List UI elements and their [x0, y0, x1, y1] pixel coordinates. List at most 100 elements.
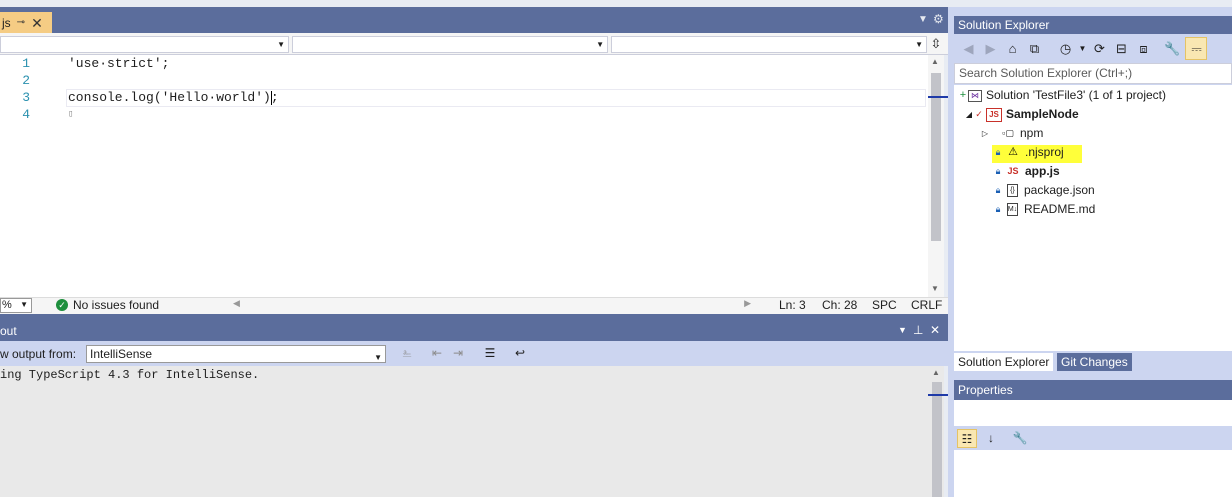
collapsed-arrow-icon[interactable]: ▷ [980, 124, 990, 143]
solution-icon: ⋈ [968, 89, 982, 102]
line-number: 4 [22, 107, 30, 122]
pane-splitter[interactable] [0, 314, 948, 321]
editor-vertical-scrollbar[interactable]: ▲ ▼ [928, 55, 944, 297]
sort-alphabetical-icon[interactable]: ↓ [981, 429, 1001, 448]
show-all-files-icon[interactable]: ⧈ [1135, 40, 1152, 57]
collapse-all-icon[interactable]: ⊟ [1113, 40, 1130, 57]
gear-icon[interactable]: ⚙ [933, 12, 944, 26]
tree-item-njsproj[interactable]: 🔒︎ ⚠ .njsproj [993, 143, 1064, 162]
line-number: 1 [22, 56, 30, 71]
properties-object-selector[interactable] [954, 400, 1232, 426]
window-menu-icon[interactable]: ▼ [898, 325, 907, 335]
tree-item-solution[interactable]: + ⋈ Solution 'TestFile3' (1 of 1 project… [958, 86, 1166, 105]
scrollbar-thumb[interactable] [931, 73, 941, 241]
scope-combo[interactable]: ▼ [292, 36, 608, 53]
pin-icon[interactable]: ⊸ [17, 17, 25, 28]
issues-status[interactable]: No issues found [73, 298, 159, 312]
back-icon[interactable]: ◀ [960, 40, 977, 57]
scroll-up-icon[interactable]: ▲ [932, 368, 940, 377]
editor-tab-label: js [2, 15, 11, 30]
output-text-area[interactable] [0, 366, 929, 497]
editor-tab-bar [0, 7, 948, 33]
split-editor-icon[interactable]: ⇳ [928, 36, 944, 53]
clear-all-icon[interactable]: ☰ [482, 346, 498, 362]
editor-tab-app-js[interactable]: js ⊸ ✕ [0, 12, 52, 33]
json-file-icon: {} [1007, 184, 1018, 197]
column-indicator[interactable]: Ch: 28 [822, 298, 857, 312]
wrench-icon[interactable]: 🔧 [1164, 40, 1181, 57]
js-project-icon: JS [986, 107, 1002, 122]
close-icon[interactable]: ✕ [930, 323, 940, 337]
scroll-left-icon[interactable]: ◀ [233, 298, 240, 309]
tree-item-readme[interactable]: 🔒︎ M↓ README.md [993, 200, 1095, 219]
lock-icon: 🔒︎ [995, 185, 1001, 195]
switch-views-icon[interactable]: ⧉ [1026, 40, 1043, 57]
output-vertical-scrollbar[interactable]: ▲ [929, 366, 944, 497]
line-ending-indicator[interactable]: CRLF [911, 298, 942, 312]
line-number: 2 [22, 73, 30, 88]
chevron-down-icon: ▼ [374, 353, 382, 362]
tree-item-package-json[interactable]: 🔒︎ {} package.json [993, 181, 1095, 200]
check-circle-icon: ✓ [56, 299, 68, 311]
show-output-label: w output from: [0, 347, 77, 361]
tab-git-changes[interactable]: Git Changes [1057, 353, 1132, 371]
pending-changes-filter-icon[interactable]: ◷ [1057, 40, 1074, 57]
scroll-right-icon[interactable]: ▶ [744, 298, 751, 309]
tab-solution-explorer[interactable]: Solution Explorer [954, 353, 1054, 371]
lock-icon: 🔒︎ [995, 147, 1001, 157]
sync-icon[interactable]: ⟳ [1091, 40, 1108, 57]
markdown-file-icon: M↓ [1007, 203, 1018, 216]
output-source-combo[interactable]: IntelliSense ▼ [86, 345, 386, 363]
categorized-icon[interactable]: ☷ [957, 429, 977, 448]
solution-explorer-search-input[interactable]: Search Solution Explorer (Ctrl+;) [954, 63, 1232, 84]
tree-item-label: README.md [1024, 202, 1096, 216]
properties-title: Properties [958, 383, 1013, 397]
output-title: out [0, 324, 17, 338]
tree-item-label: app.js [1025, 164, 1060, 178]
text-caret [271, 91, 272, 105]
add-icon: + [959, 89, 967, 101]
next-message-icon[interactable]: ⇥ [450, 346, 466, 362]
home-icon[interactable]: ⌂ [1004, 40, 1021, 57]
word-wrap-icon[interactable]: ↩ [512, 346, 528, 362]
zoom-combo[interactable]: % ▼ [0, 298, 32, 313]
forward-icon[interactable]: ▶ [982, 40, 999, 57]
editor-horizontal-scrollbar[interactable]: ◀ ▶ [233, 298, 751, 312]
scrollbar-thumb[interactable] [932, 382, 942, 497]
tree-item-project[interactable]: ◢ ✓ JS SampleNode [964, 105, 1079, 124]
tree-item-npm[interactable]: ▷ ▫▢ npm [980, 124, 1043, 143]
checked-in-icon: ✓ [975, 109, 983, 119]
code-line: ▯ [68, 109, 74, 119]
lock-icon: 🔒︎ [995, 166, 1001, 176]
overview-marker [928, 96, 948, 98]
chevron-down-icon[interactable]: ▼ [1074, 40, 1091, 57]
scroll-down-icon[interactable]: ▼ [931, 284, 939, 293]
whitespace-indicator[interactable]: SPC [872, 298, 897, 312]
tree-item-label: Solution 'TestFile3' (1 of 1 project) [986, 88, 1166, 102]
code-line: 'use·strict'; [68, 56, 170, 71]
tree-item-label: SampleNode [1006, 107, 1079, 121]
js-file-icon: JS [1007, 166, 1019, 176]
expanded-arrow-icon[interactable]: ◢ [964, 105, 974, 124]
output-title-bar [0, 321, 948, 341]
properties-grid[interactable] [954, 450, 1232, 497]
find-message-icon[interactable]: ⎁ [399, 346, 415, 362]
scroll-up-icon[interactable]: ▲ [931, 57, 939, 66]
preview-selected-items-button[interactable]: ⎓ [1185, 37, 1207, 60]
line-indicator[interactable]: Ln: 3 [779, 298, 806, 312]
member-combo[interactable]: ▼ [611, 36, 927, 53]
wrench-icon[interactable]: 🔧 [1010, 429, 1030, 448]
tree-item-label: .njsproj [1025, 145, 1064, 159]
preview-icon: ⎓ [1191, 41, 1202, 56]
line-number: 3 [22, 90, 30, 105]
pin-icon[interactable]: ⊥ [913, 323, 923, 337]
close-icon[interactable]: ✕ [31, 16, 43, 30]
previous-message-icon[interactable]: ⇤ [429, 346, 445, 362]
project-combo[interactable]: ▼ [0, 36, 289, 53]
lock-icon: 🔒︎ [995, 204, 1001, 214]
solution-explorer-title: Solution Explorer [958, 18, 1050, 32]
tree-item-label: npm [1020, 126, 1044, 140]
output-source-value: IntelliSense [90, 347, 153, 361]
tree-item-app-js[interactable]: 🔒︎ JS app.js [993, 162, 1060, 181]
tab-list-dropdown-icon[interactable]: ▼ [918, 14, 928, 25]
